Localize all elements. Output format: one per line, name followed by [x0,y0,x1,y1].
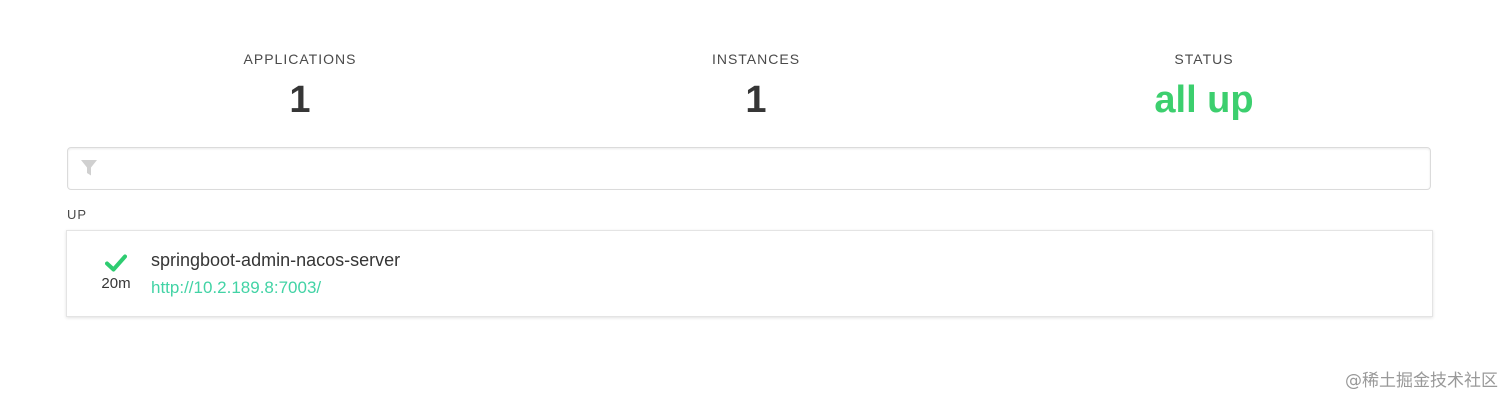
application-name[interactable]: springboot-admin-nacos-server [151,250,400,271]
watermark: @稀土掘金技术社区 [1345,371,1498,391]
group-label-up: UP [67,207,88,222]
applications-page: APPLICATIONS 1 INSTANCES 1 STATUS all up… [0,0,1512,405]
applications-stat-label: APPLICATIONS [243,51,357,67]
applications-stat: APPLICATIONS 1 [150,50,450,122]
status-since: 20m [101,275,131,292]
filter-icon [81,160,97,176]
status-stat: STATUS all up [1054,50,1354,122]
status-value: all up [1154,79,1254,121]
instances-count: 1 [745,79,767,121]
application-filter [67,147,1431,190]
application-url-link[interactable]: http://10.2.189.8:7003/ [151,278,321,298]
filter-input[interactable] [110,148,1414,189]
instances-stat-label: INSTANCES [711,51,801,67]
instances-stat: INSTANCES 1 [606,50,906,122]
application-card[interactable]: 20m springboot-admin-nacos-server http:/… [66,230,1433,317]
check-icon [105,254,127,272]
summary-stats: APPLICATIONS 1 INSTANCES 1 STATUS all up [0,50,1512,130]
status-stat-label: STATUS [1174,51,1234,67]
applications-count: 1 [289,79,311,121]
application-status: 20m [93,253,139,292]
